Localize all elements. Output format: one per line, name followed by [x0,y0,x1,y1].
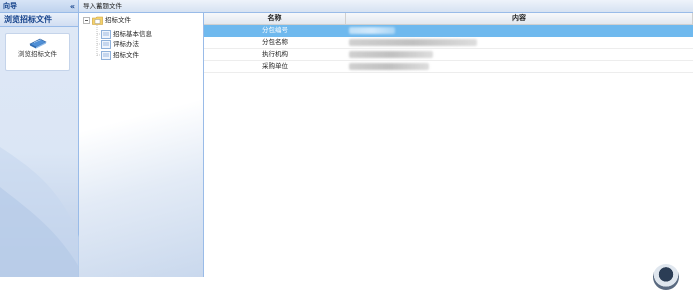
property-grid: 名称 内容 分包编号 分包名称 执行机构 采购单位 [204,13,693,277]
column-header-name[interactable]: 名称 [204,13,346,24]
collapse-icon[interactable]: « [70,2,75,11]
tree-node-label: 评标办法 [113,39,139,48]
row-name: 执行机构 [262,50,288,58]
column-header-content[interactable]: 内容 [346,13,693,24]
browse-tender-docs-button[interactable]: 浏览招标文件 [5,33,70,71]
nav-header: 向导 « [0,0,78,13]
row-value-redacted [346,25,693,36]
nav-title: 向导 [3,2,17,10]
document-icon [101,50,111,60]
tree-node-label: 招标文件 [113,50,139,59]
grid-header: 名称 内容 [204,13,693,25]
row-name: 分包名称 [262,38,288,46]
table-row[interactable]: 执行机构 [204,49,693,61]
table-row[interactable]: 分包名称 [204,37,693,49]
table-row[interactable]: 分包编号 [204,25,693,37]
browse-tender-docs-label: 浏览招标文件 [18,50,57,58]
row-name: 分包编号 [262,26,288,34]
document-icon [101,39,111,49]
tree-root-label: 招标文件 [105,15,131,24]
tree-root-node[interactable]: 招标文件 [83,15,131,25]
tree-node-basic-info[interactable]: 招标基本信息 [101,29,152,39]
decorative-wave [0,147,79,277]
row-name: 采购单位 [262,62,288,70]
row-value-redacted [346,37,693,48]
tree-node-label: 招标基本信息 [113,29,152,38]
collapse-toggle-icon[interactable] [83,16,90,24]
row-value-redacted [346,61,693,72]
import-file-button[interactable]: 导入蓄题文件 [83,2,122,11]
navigation-pane: 向导 « 浏览招标文件 浏览招标文件 [0,0,79,277]
folder-icon [92,16,103,25]
table-row[interactable]: 采购单位 [204,61,693,73]
document-book-icon [28,38,47,49]
nav-section-title[interactable]: 浏览招标文件 [0,13,78,27]
document-icon [101,29,111,39]
document-tree: 招标文件 招标基本信息 评标办法 招标文件 [79,13,204,277]
tree-node-evaluation-method[interactable]: 评标办法 [101,39,139,49]
tree-node-tender-file[interactable]: 招标文件 [101,50,139,60]
row-value-redacted [346,49,693,60]
toolbar: 导入蓄题文件 [79,0,693,13]
assistant-avatar-icon[interactable] [653,264,679,290]
